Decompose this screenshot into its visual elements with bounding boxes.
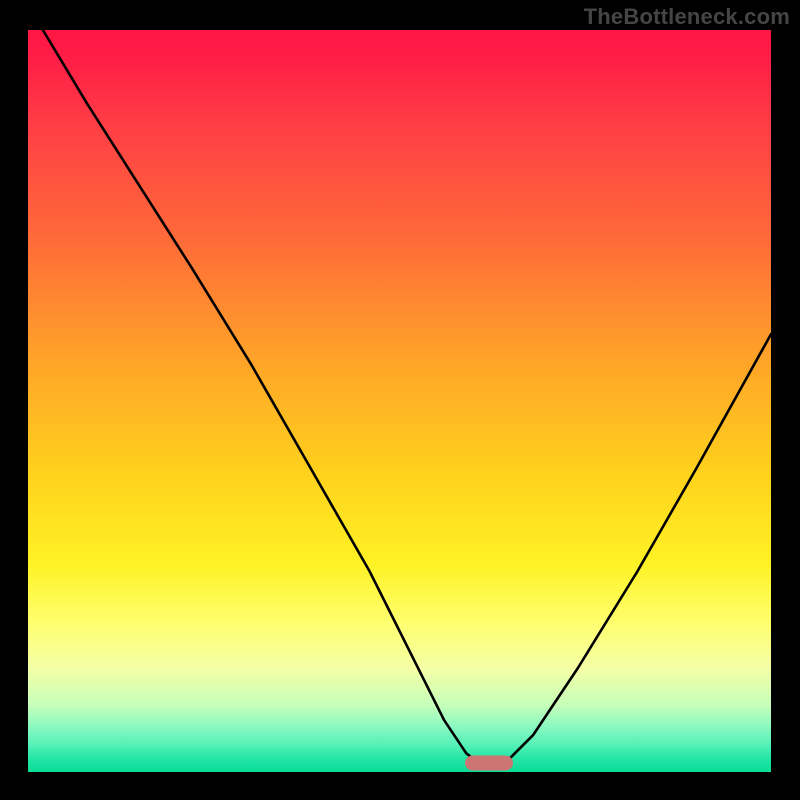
chart-frame: TheBottleneck.com: [0, 0, 800, 800]
bottleneck-curve-path: [43, 30, 771, 766]
curve-layer: [28, 30, 771, 772]
optimal-marker: [465, 756, 513, 771]
plot-area: [28, 30, 771, 772]
watermark-text: TheBottleneck.com: [584, 4, 790, 30]
